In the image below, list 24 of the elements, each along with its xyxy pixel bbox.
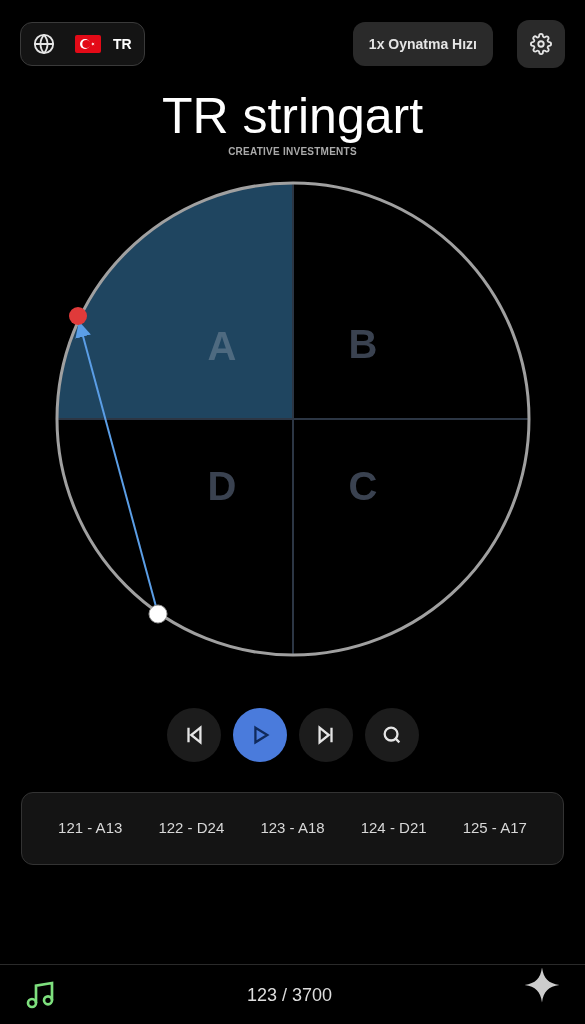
current-pin [148,604,167,624]
previous-button[interactable] [166,708,221,762]
sequence-step: 125 - A17 [462,817,527,840]
quadrant-label[interactable]: B [348,321,377,366]
sequence-step: 122 - D24 [158,817,225,840]
sequence-step: 124 - D21 [360,817,427,840]
language-code: TR [113,35,132,54]
sequence-step: 123 - A18 [260,817,325,840]
quadrant-label[interactable]: D [207,463,236,508]
settings-icon [530,33,552,55]
play-button[interactable] [232,708,287,762]
sequence-step: 121 - A13 [58,817,123,840]
app-title: TR stringart [161,88,424,144]
quadrant-label[interactable]: C [348,463,377,508]
globe-icon [33,33,55,55]
progress-counter: 123 / 3700 [246,983,333,1007]
search-button[interactable] [364,708,419,762]
app-subtitle: CREATIVE INVESTMENTS [228,145,357,159]
language-button[interactable]: TR [20,22,145,66]
next-button[interactable] [298,708,353,762]
start-pin [68,307,87,325]
flag-icon [75,35,101,53]
settings-button[interactable] [517,20,565,68]
speed-button[interactable]: 1x Oynatma Hızı [352,22,493,66]
